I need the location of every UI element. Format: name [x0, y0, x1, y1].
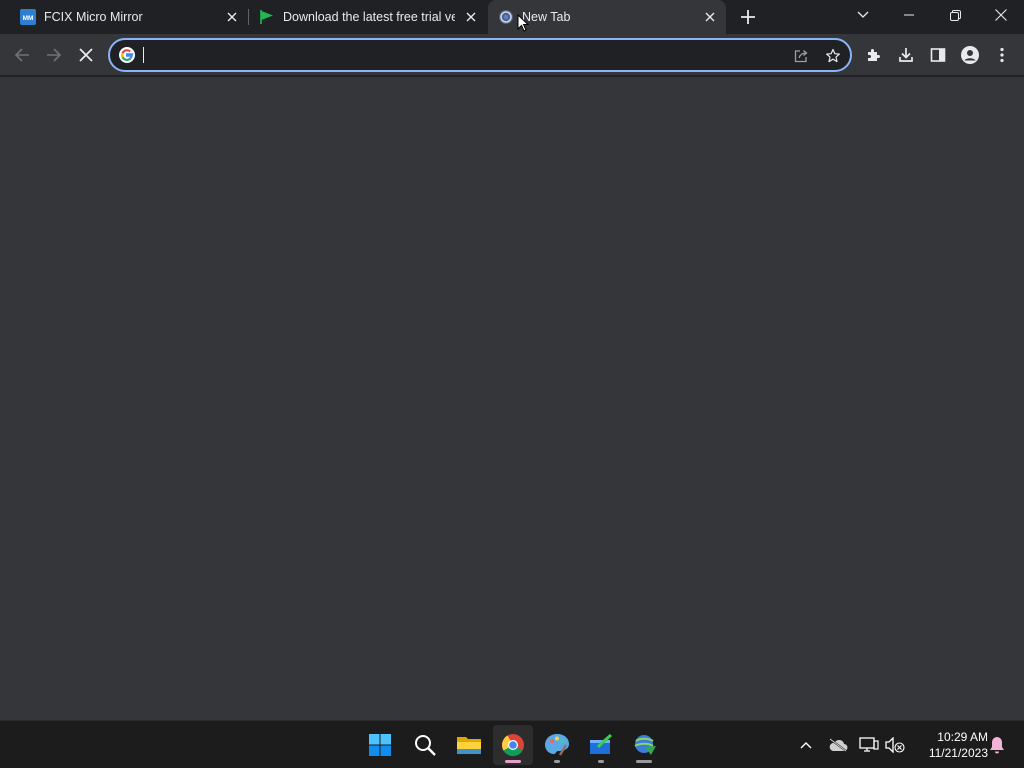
tab-title: Download the latest free trial ver — [283, 10, 455, 24]
downloads-button[interactable] — [892, 41, 920, 69]
profile-button[interactable] — [956, 41, 984, 69]
mouse-cursor-icon — [517, 14, 529, 32]
close-window-button[interactable] — [978, 0, 1024, 30]
google-g-icon — [119, 47, 135, 63]
start-button[interactable] — [360, 725, 400, 765]
close-tab-icon[interactable] — [463, 9, 479, 25]
chrome-icon — [502, 734, 524, 756]
network-tray-button[interactable] — [857, 733, 881, 757]
star-icon — [826, 48, 840, 63]
clock-time: 10:29 AM — [937, 730, 988, 744]
windows-start-icon — [369, 734, 391, 756]
paint-app-button[interactable] — [537, 725, 577, 765]
close-tab-icon[interactable] — [224, 9, 240, 25]
profile-avatar-icon — [961, 46, 979, 64]
taskbar: 10:29 AM 11/21/2023 — [0, 720, 1024, 768]
notifications-button[interactable] — [985, 733, 1009, 757]
share-icon — [794, 50, 808, 63]
restore-icon — [949, 9, 961, 21]
svg-text:MM: MM — [23, 15, 34, 22]
stop-loading-button[interactable] — [72, 41, 100, 69]
volume-muted-icon — [885, 737, 905, 753]
bookmark-button[interactable] — [822, 45, 844, 67]
forward-button[interactable] — [40, 41, 68, 69]
volume-tray-button[interactable] — [883, 733, 907, 757]
chrome-taskbar-button[interactable] — [493, 725, 533, 765]
paint-app-icon — [545, 734, 569, 756]
active-app-indicator — [505, 760, 521, 763]
app-window-button[interactable] — [581, 725, 621, 765]
page-content — [0, 77, 1024, 720]
forward-arrow-icon — [47, 48, 62, 62]
fcix-mm-icon: MM — [20, 9, 36, 25]
tab-title: FCIX Micro Mirror — [44, 10, 143, 24]
text-caret — [143, 47, 144, 63]
back-arrow-icon — [14, 48, 29, 62]
browser-toolbar — [0, 34, 1024, 76]
cloud-offline-icon — [829, 738, 848, 752]
app-window-icon — [590, 734, 612, 754]
address-bar[interactable] — [108, 38, 852, 72]
tab-search-button[interactable] — [840, 0, 886, 30]
close-icon — [995, 9, 1007, 21]
address-input[interactable] — [142, 46, 772, 64]
side-panel-button[interactable] — [924, 41, 952, 69]
running-app-indicator — [554, 760, 560, 763]
tab-fcix[interactable]: MM FCIX Micro Mirror — [0, 0, 248, 34]
close-tab-icon[interactable] — [702, 9, 718, 25]
show-hidden-icons-button[interactable] — [794, 733, 818, 757]
minimize-icon — [904, 14, 914, 16]
clock-date: 11/21/2023 — [928, 746, 988, 760]
extensions-button[interactable] — [860, 41, 888, 69]
green-flag-icon — [259, 9, 275, 25]
new-tab-button[interactable] — [737, 6, 759, 28]
plus-icon — [741, 10, 755, 24]
onedrive-tray-button[interactable] — [826, 733, 850, 757]
taskbar-clock[interactable]: 10:29 AM 11/21/2023 — [912, 729, 988, 761]
download-manager-button[interactable] — [624, 725, 664, 765]
minimize-button[interactable] — [886, 0, 932, 30]
taskbar-search-button[interactable] — [405, 725, 445, 765]
network-icon — [859, 737, 879, 752]
puzzle-icon — [868, 49, 880, 61]
download-icon — [899, 48, 913, 62]
chevron-down-icon — [857, 11, 869, 18]
chrome-newtab-icon — [498, 9, 514, 25]
chevron-up-icon — [800, 742, 812, 749]
share-button[interactable] — [790, 45, 812, 67]
back-button[interactable] — [8, 41, 36, 69]
running-app-indicator — [636, 760, 652, 763]
file-explorer-button[interactable] — [449, 725, 489, 765]
bell-icon — [990, 737, 1004, 754]
chrome-menu-button[interactable] — [988, 41, 1016, 69]
search-icon — [415, 735, 436, 756]
side-panel-icon — [930, 48, 946, 62]
kebab-menu-icon — [1000, 47, 1004, 63]
restore-button[interactable] — [932, 0, 978, 30]
tab-title: New Tab — [522, 10, 571, 24]
internet-download-manager-icon — [634, 735, 656, 755]
file-explorer-icon — [457, 737, 481, 754]
tab-strip: MM FCIX Micro Mirror Download the latest… — [0, 0, 1024, 34]
tab-download-trial[interactable]: Download the latest free trial ver — [249, 0, 487, 34]
stop-x-icon — [79, 48, 93, 62]
running-app-indicator — [598, 760, 604, 763]
